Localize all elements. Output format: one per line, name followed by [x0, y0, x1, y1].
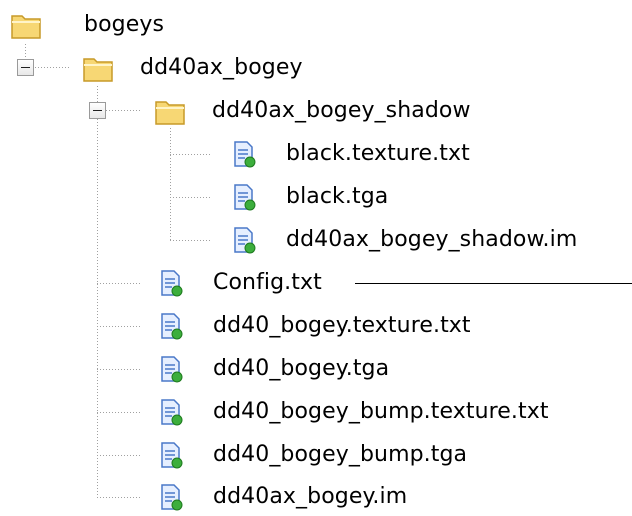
collapse-toggle-dd40ax-bogey[interactable]: [17, 59, 34, 76]
tree-item-label: dd40ax_bogey.im: [213, 484, 408, 509]
file-icon: [155, 267, 187, 299]
tree-item-file[interactable]: black.tga: [228, 178, 390, 216]
tree-item-label: bogeys: [84, 12, 165, 37]
tree-item-label: black.texture.txt: [286, 141, 470, 166]
tree-item-label: dd40_bogey_bump.tga: [213, 442, 468, 467]
file-icon: [228, 181, 260, 213]
tree-item-label: dd40ax_bogey_shadow: [212, 98, 471, 123]
tree-item-file[interactable]: black.texture.txt: [228, 135, 472, 173]
file-icon: [155, 481, 187, 513]
tree-item-label: Config.txt: [213, 270, 322, 295]
tree-item-file[interactable]: Config.txt: [155, 264, 324, 302]
file-icon: [228, 138, 260, 170]
folder-icon: [82, 52, 114, 84]
file-icon: [228, 224, 260, 256]
tree-item-dd40ax-bogey[interactable]: dd40ax_bogey: [82, 49, 305, 87]
file-icon: [155, 310, 187, 342]
tree-item-label: dd40ax_bogey_shadow.im: [286, 227, 578, 252]
file-icon: [155, 353, 187, 385]
tree-item-label: dd40_bogey.texture.txt: [213, 313, 471, 338]
folder-icon: [10, 9, 42, 41]
tree-item-file[interactable]: dd40_bogey_bump.tga: [155, 436, 469, 474]
tree-item-file[interactable]: dd40_bogey.tga: [155, 350, 391, 388]
collapse-toggle-dd40ax-bogey-shadow[interactable]: [89, 102, 106, 119]
annotation-line: [355, 283, 632, 284]
tree-item-file[interactable]: dd40ax_bogey.im: [155, 478, 409, 516]
tree-item-label: dd40_bogey.tga: [213, 356, 390, 381]
folder-tree: bogeys dd40ax_bogey dd40ax_bogey_shadow: [0, 0, 632, 513]
tree-item-label: dd40ax_bogey: [140, 55, 303, 80]
file-icon: [155, 396, 187, 428]
tree-item-bogeys[interactable]: bogeys: [10, 6, 166, 44]
file-icon: [155, 439, 187, 471]
tree-item-file[interactable]: dd40ax_bogey_shadow.im: [228, 221, 579, 259]
tree-item-file[interactable]: dd40_bogey.texture.txt: [155, 307, 473, 345]
tree-item-dd40ax-bogey-shadow[interactable]: dd40ax_bogey_shadow: [154, 92, 473, 130]
tree-item-label: dd40_bogey_bump.texture.txt: [213, 399, 549, 424]
tree-item-label: black.tga: [286, 184, 389, 209]
folder-icon: [154, 95, 186, 127]
tree-item-file[interactable]: dd40_bogey_bump.texture.txt: [155, 393, 551, 431]
